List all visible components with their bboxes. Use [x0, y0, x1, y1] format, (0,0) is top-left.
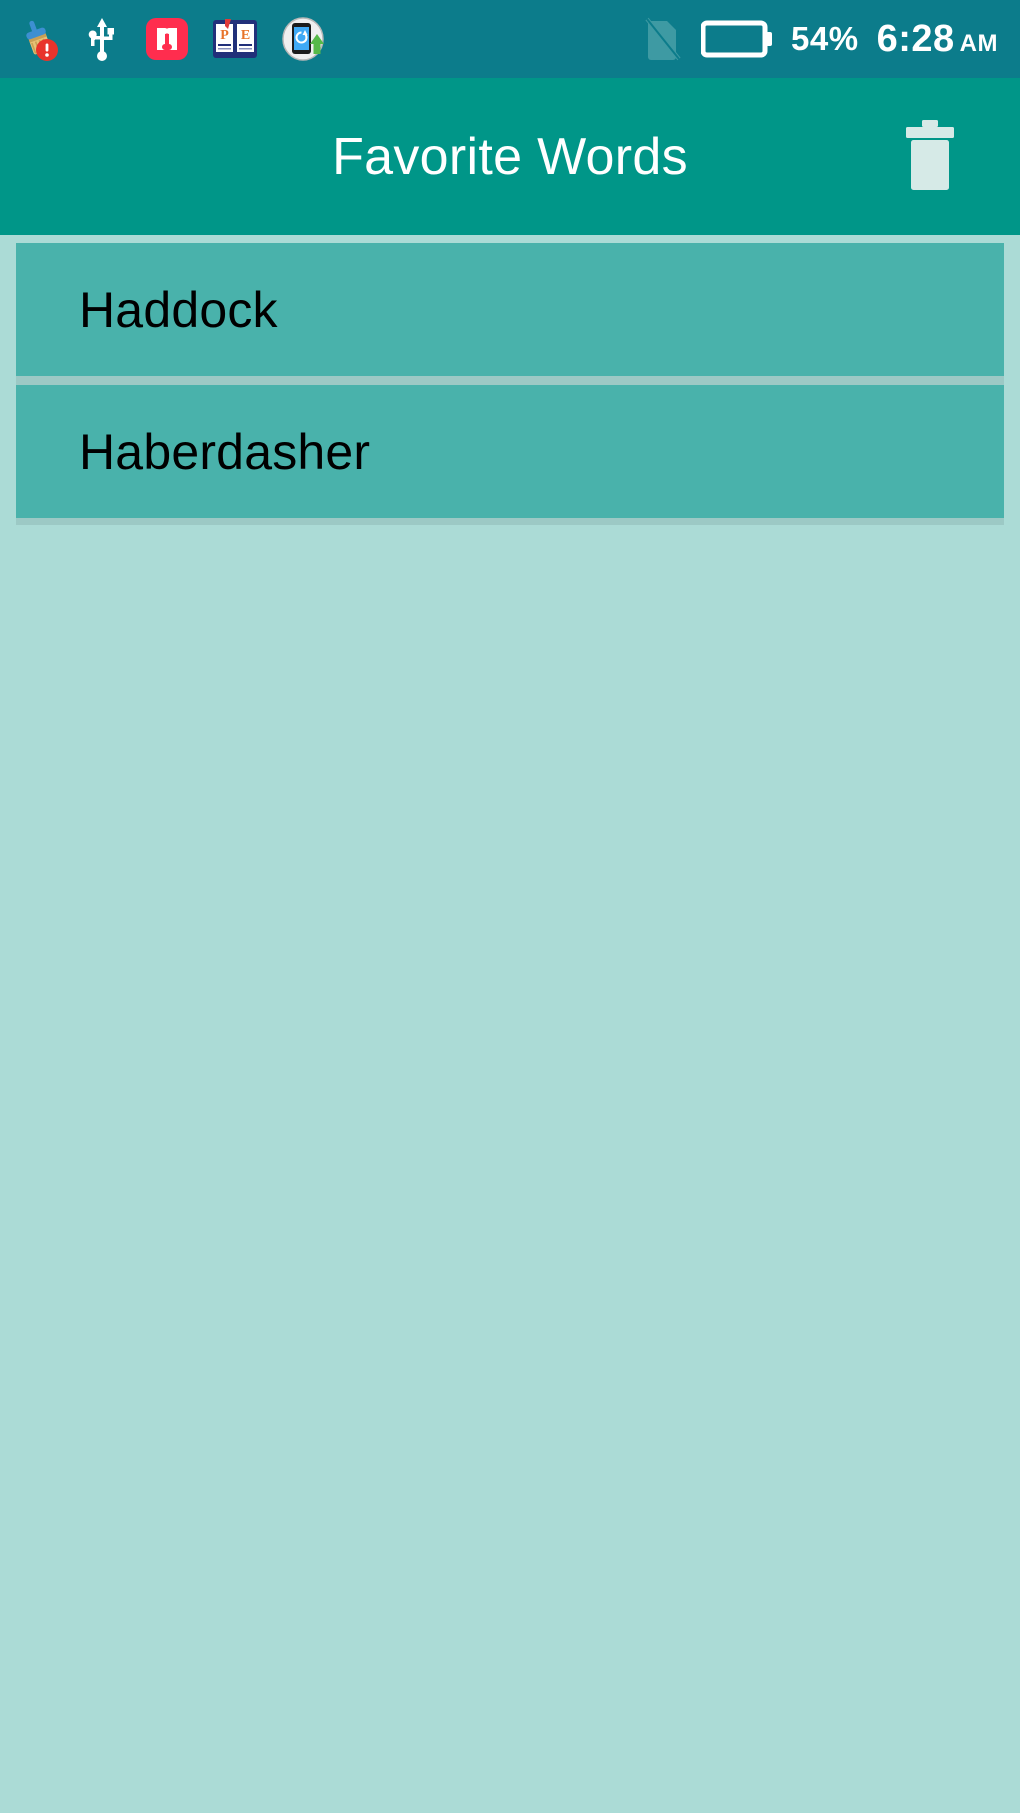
usb-icon [82, 16, 122, 62]
list-item-label: Haberdasher [79, 423, 371, 480]
system-update-phone-icon [280, 16, 326, 62]
clock-meridiem: AM [959, 29, 998, 57]
clock-label: 6:28 AM [877, 18, 998, 61]
list-item[interactable]: Haberdasher [16, 385, 1004, 518]
favorite-words-list[interactable]: Haddock Haberdasher [0, 235, 1020, 1813]
list-item-label: Haddock [79, 281, 278, 338]
status-bar: P E 54% 6:28 AM [0, 0, 1020, 78]
app-red-h-icon [144, 16, 190, 62]
delete-all-button[interactable] [884, 111, 976, 203]
phone-screen: P E 54% 6:28 AM Favorite Words Haddock H… [0, 0, 1020, 1813]
list-bottom-edge [16, 518, 1004, 525]
list-divider [16, 376, 1004, 385]
page-title: Favorite Words [332, 127, 688, 186]
no-sim-card-icon [643, 15, 683, 63]
battery-charging-icon [700, 18, 773, 60]
cleaner-broom-alert-icon [14, 16, 60, 62]
svg-text:P: P [220, 28, 229, 43]
dictionary-book-icon: P E [212, 16, 258, 62]
status-bar-system-icons: 54% 6:28 AM [643, 15, 998, 63]
battery-percent-label: 54% [791, 20, 859, 57]
app-bar: Favorite Words [0, 78, 1020, 235]
clock-time: 6:28 [876, 17, 955, 60]
trash-icon [900, 118, 960, 195]
status-bar-notification-icons: P E [14, 16, 326, 62]
list-item[interactable]: Haddock [16, 243, 1004, 376]
svg-text:E: E [241, 28, 250, 43]
